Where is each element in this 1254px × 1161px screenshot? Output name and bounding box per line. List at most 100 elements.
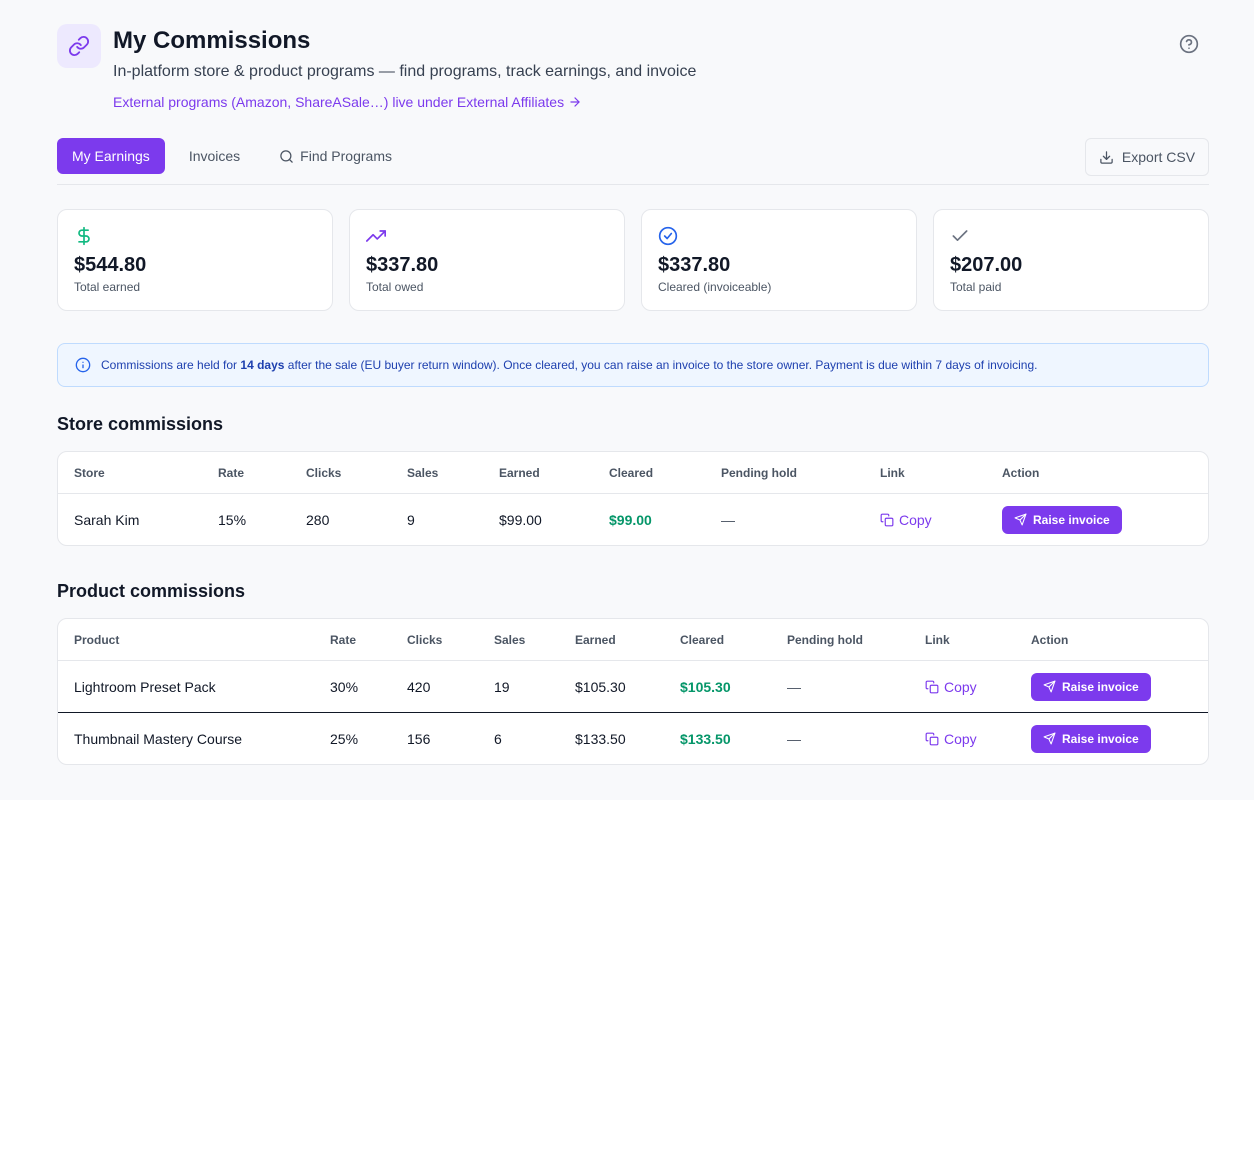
- column-header: Sales: [494, 632, 526, 647]
- export-csv-label: Export CSV: [1121, 149, 1196, 165]
- column-header: Sales: [407, 465, 439, 480]
- tab-invoices[interactable]: Invoices: [174, 138, 255, 174]
- external-affiliates-link[interactable]: External programs (Amazon, ShareASale…) …: [113, 94, 582, 110]
- raise-invoice-label: Raise invoice: [1062, 731, 1139, 746]
- send-icon: [1043, 732, 1056, 745]
- pending-hold-value: —: [721, 511, 735, 528]
- product-name: Lightroom Preset Pack: [74, 678, 216, 695]
- page-title: My Commissions: [113, 27, 311, 54]
- link-cell: Copy: [925, 713, 977, 764]
- store-name: Sarah Kim: [74, 511, 140, 528]
- copy-icon: [925, 732, 939, 745]
- copy-link-button[interactable]: Copy: [925, 731, 977, 747]
- tab-my-earnings-label: My Earnings: [72, 148, 150, 164]
- product-commissions-table: Product Rate Clicks Sales Earned Cleared…: [57, 618, 1209, 765]
- copy-link-button[interactable]: Copy: [925, 679, 977, 695]
- column-header: Pending hold: [721, 465, 797, 480]
- column-header: Clicks: [306, 465, 342, 480]
- column-header: Product: [74, 632, 120, 647]
- search-icon: [280, 149, 293, 163]
- column-header: Rate: [330, 632, 357, 647]
- action-cell: Raise invoice: [1031, 713, 1151, 764]
- rate-value: 25%: [330, 730, 359, 747]
- raise-invoice-button[interactable]: Raise invoice: [1002, 505, 1122, 534]
- stat-label: Total paid: [950, 280, 1002, 294]
- table-row: Thumbnail Mastery Course 25% 156 6 $133.…: [58, 712, 1208, 764]
- stat-value: $207.00: [950, 254, 1023, 276]
- rate-value: 15%: [218, 511, 247, 528]
- copy-label: Copy: [899, 511, 932, 528]
- copy-icon: [925, 680, 939, 693]
- stat-card-total-earned: $544.80 Total earned: [57, 209, 333, 311]
- stat-card-total-owed: $337.80 Total owed: [349, 209, 625, 311]
- cleared-value: $133.50: [680, 730, 731, 747]
- rate-value: 30%: [330, 678, 359, 695]
- column-header: Link: [925, 632, 950, 647]
- dollar-icon: [78, 226, 90, 246]
- store-commissions-table: Store Rate Clicks Sales Earned Cleared P…: [57, 451, 1209, 546]
- earned-value: $133.50: [575, 730, 626, 747]
- store-commissions-title: Store commissions: [57, 414, 224, 434]
- pending-hold-value: —: [787, 678, 801, 695]
- send-icon: [1043, 680, 1056, 693]
- trending-up-icon: [366, 230, 386, 242]
- column-header: Earned: [575, 632, 616, 647]
- help-circle-icon: [1179, 34, 1199, 54]
- commissions-page: My Commissions In-platform store & produ…: [0, 0, 1254, 800]
- copy-icon: [880, 513, 894, 526]
- tab-my-earnings[interactable]: My Earnings: [57, 138, 165, 174]
- product-commissions-title: Product commissions: [57, 581, 246, 601]
- sales-value: 6: [494, 730, 502, 747]
- column-header: Action: [1031, 632, 1069, 647]
- hold-days: 14 days: [240, 358, 285, 372]
- table-header: Store Rate Clicks Sales Earned Cleared P…: [58, 452, 1208, 493]
- tab-bar: My Earnings Invoices Find Programs: [57, 138, 407, 174]
- column-header: Action: [1002, 465, 1040, 480]
- copy-link-button[interactable]: Copy: [880, 512, 932, 528]
- raise-invoice-button[interactable]: Raise invoice: [1031, 724, 1151, 753]
- action-cell: Raise invoice: [1002, 494, 1122, 545]
- column-header: Clicks: [407, 632, 443, 647]
- stat-label: Total owed: [366, 280, 424, 294]
- export-csv-button[interactable]: Export CSV: [1085, 138, 1209, 176]
- column-header: Rate: [218, 465, 245, 480]
- copy-label: Copy: [944, 730, 977, 747]
- send-icon: [1014, 513, 1027, 526]
- cleared-value: $99.00: [609, 511, 652, 528]
- hold-period-notice: Commissions are held for 14 days after t…: [57, 343, 1209, 387]
- column-header: Cleared: [680, 632, 725, 647]
- column-header: Cleared: [609, 465, 654, 480]
- tab-find-programs[interactable]: Find Programs: [264, 138, 407, 174]
- table-header: Product Rate Clicks Sales Earned Cleared…: [58, 619, 1208, 660]
- info-icon: [75, 357, 91, 373]
- product-name: Thumbnail Mastery Course: [74, 730, 243, 747]
- stat-card-total-paid: $207.00 Total paid: [933, 209, 1209, 311]
- sales-value: 19: [494, 678, 510, 695]
- check-circle-icon: [658, 226, 678, 246]
- stat-card-cleared: $337.80 Cleared (invoiceable): [641, 209, 917, 311]
- cleared-value: $105.30: [680, 678, 731, 695]
- pending-hold-value: —: [787, 730, 801, 747]
- sales-value: 9: [407, 511, 415, 528]
- clicks-value: 420: [407, 678, 431, 695]
- column-header: Link: [880, 465, 905, 480]
- earned-value: $99.00: [499, 511, 542, 528]
- check-icon: [952, 230, 968, 241]
- table-row: Sarah Kim 15% 280 9 $99.00 $99.00 — Copy: [58, 493, 1208, 545]
- stat-label: Cleared (invoiceable): [658, 280, 772, 294]
- raise-invoice-label: Raise invoice: [1033, 512, 1110, 527]
- tab-find-programs-label: Find Programs: [300, 148, 392, 164]
- clicks-value: 156: [407, 730, 431, 747]
- stat-label: Total earned: [74, 280, 141, 294]
- action-cell: Raise invoice: [1031, 661, 1151, 712]
- stat-value: $337.80: [658, 254, 731, 276]
- earned-value: $105.30: [575, 678, 626, 695]
- column-header: Store: [74, 465, 105, 480]
- help-button[interactable]: [1178, 33, 1200, 55]
- raise-invoice-button[interactable]: Raise invoice: [1031, 672, 1151, 701]
- column-header: Earned: [499, 465, 540, 480]
- table-row: Lightroom Preset Pack 30% 420 19 $105.30…: [58, 660, 1208, 712]
- external-affiliates-link-label: External programs (Amazon, ShareASale…) …: [113, 94, 565, 110]
- page-subtitle: In-platform store & product programs — f…: [113, 63, 697, 80]
- notice-text: Commissions are held for 14 days after t…: [101, 358, 1038, 372]
